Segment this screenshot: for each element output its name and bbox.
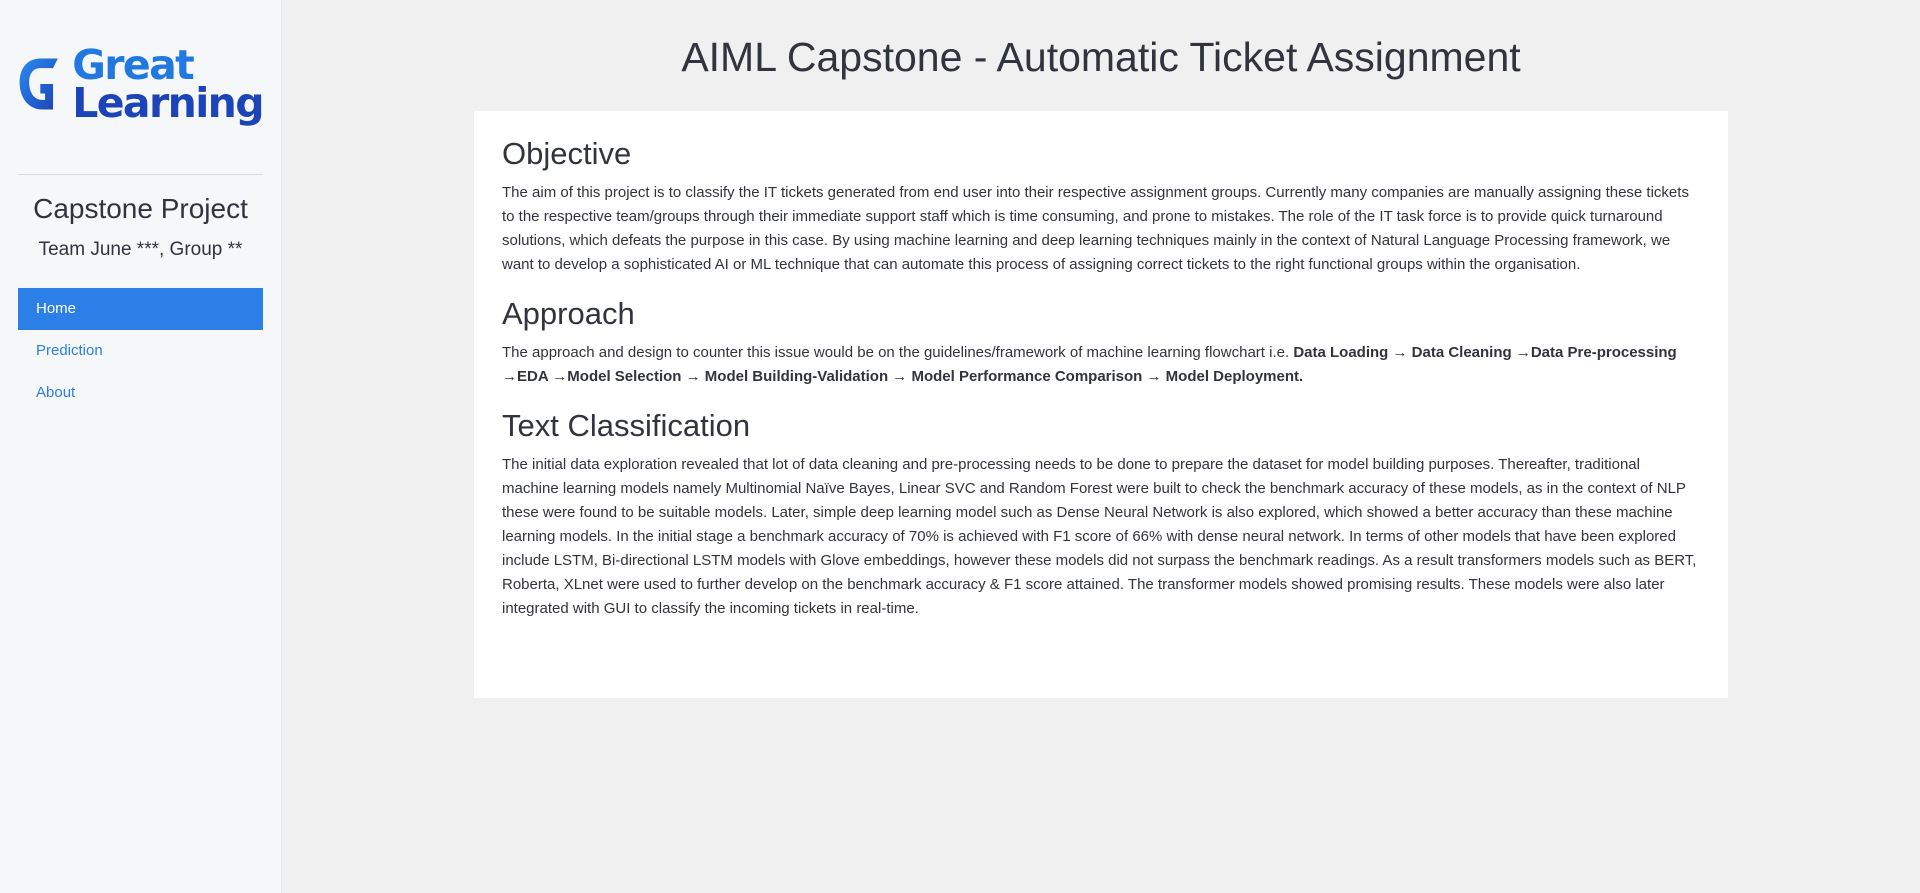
main-content: AIML Capstone - Automatic Ticket Assignm…: [282, 0, 1920, 893]
logo-line-2: Learning: [72, 79, 264, 127]
nav-item-home[interactable]: Home: [18, 288, 263, 330]
approach-text: The approach and design to counter this …: [502, 341, 1700, 389]
approach-section: Approach The approach and design to coun…: [502, 295, 1700, 389]
g-logo-icon: [19, 58, 58, 110]
sidebar-nav: Home Prediction About: [18, 288, 263, 414]
approach-heading: Approach: [502, 296, 635, 331]
logo-wordmark: Great Learning: [72, 45, 264, 127]
text-classification-section: Text Classification The initial data exp…: [502, 407, 1700, 621]
approach-intro: The approach and design to counter this …: [502, 344, 1290, 361]
objective-section: Objective The aim of this project is to …: [502, 135, 1700, 277]
project-title: Capstone Project: [33, 193, 248, 224]
sidebar-divider: [18, 174, 263, 175]
team-line: Team June ***, Group **: [38, 239, 243, 260]
text-classification-text: The initial data exploration revealed th…: [502, 456, 1697, 617]
content-card: Objective The aim of this project is to …: [474, 111, 1728, 698]
objective-heading: Objective: [502, 136, 632, 171]
nav-item-about[interactable]: About: [18, 372, 263, 414]
text-classification-heading: Text Classification: [502, 408, 751, 443]
sidebar: Great Learning Capstone Project Team Jun…: [0, 0, 282, 893]
great-learning-logo: Great Learning: [18, 42, 265, 127]
page-title: AIML Capstone - Automatic Ticket Assignm…: [681, 34, 1521, 80]
nav-item-prediction[interactable]: Prediction: [18, 330, 263, 372]
objective-text: The aim of this project is to classify t…: [502, 184, 1689, 273]
